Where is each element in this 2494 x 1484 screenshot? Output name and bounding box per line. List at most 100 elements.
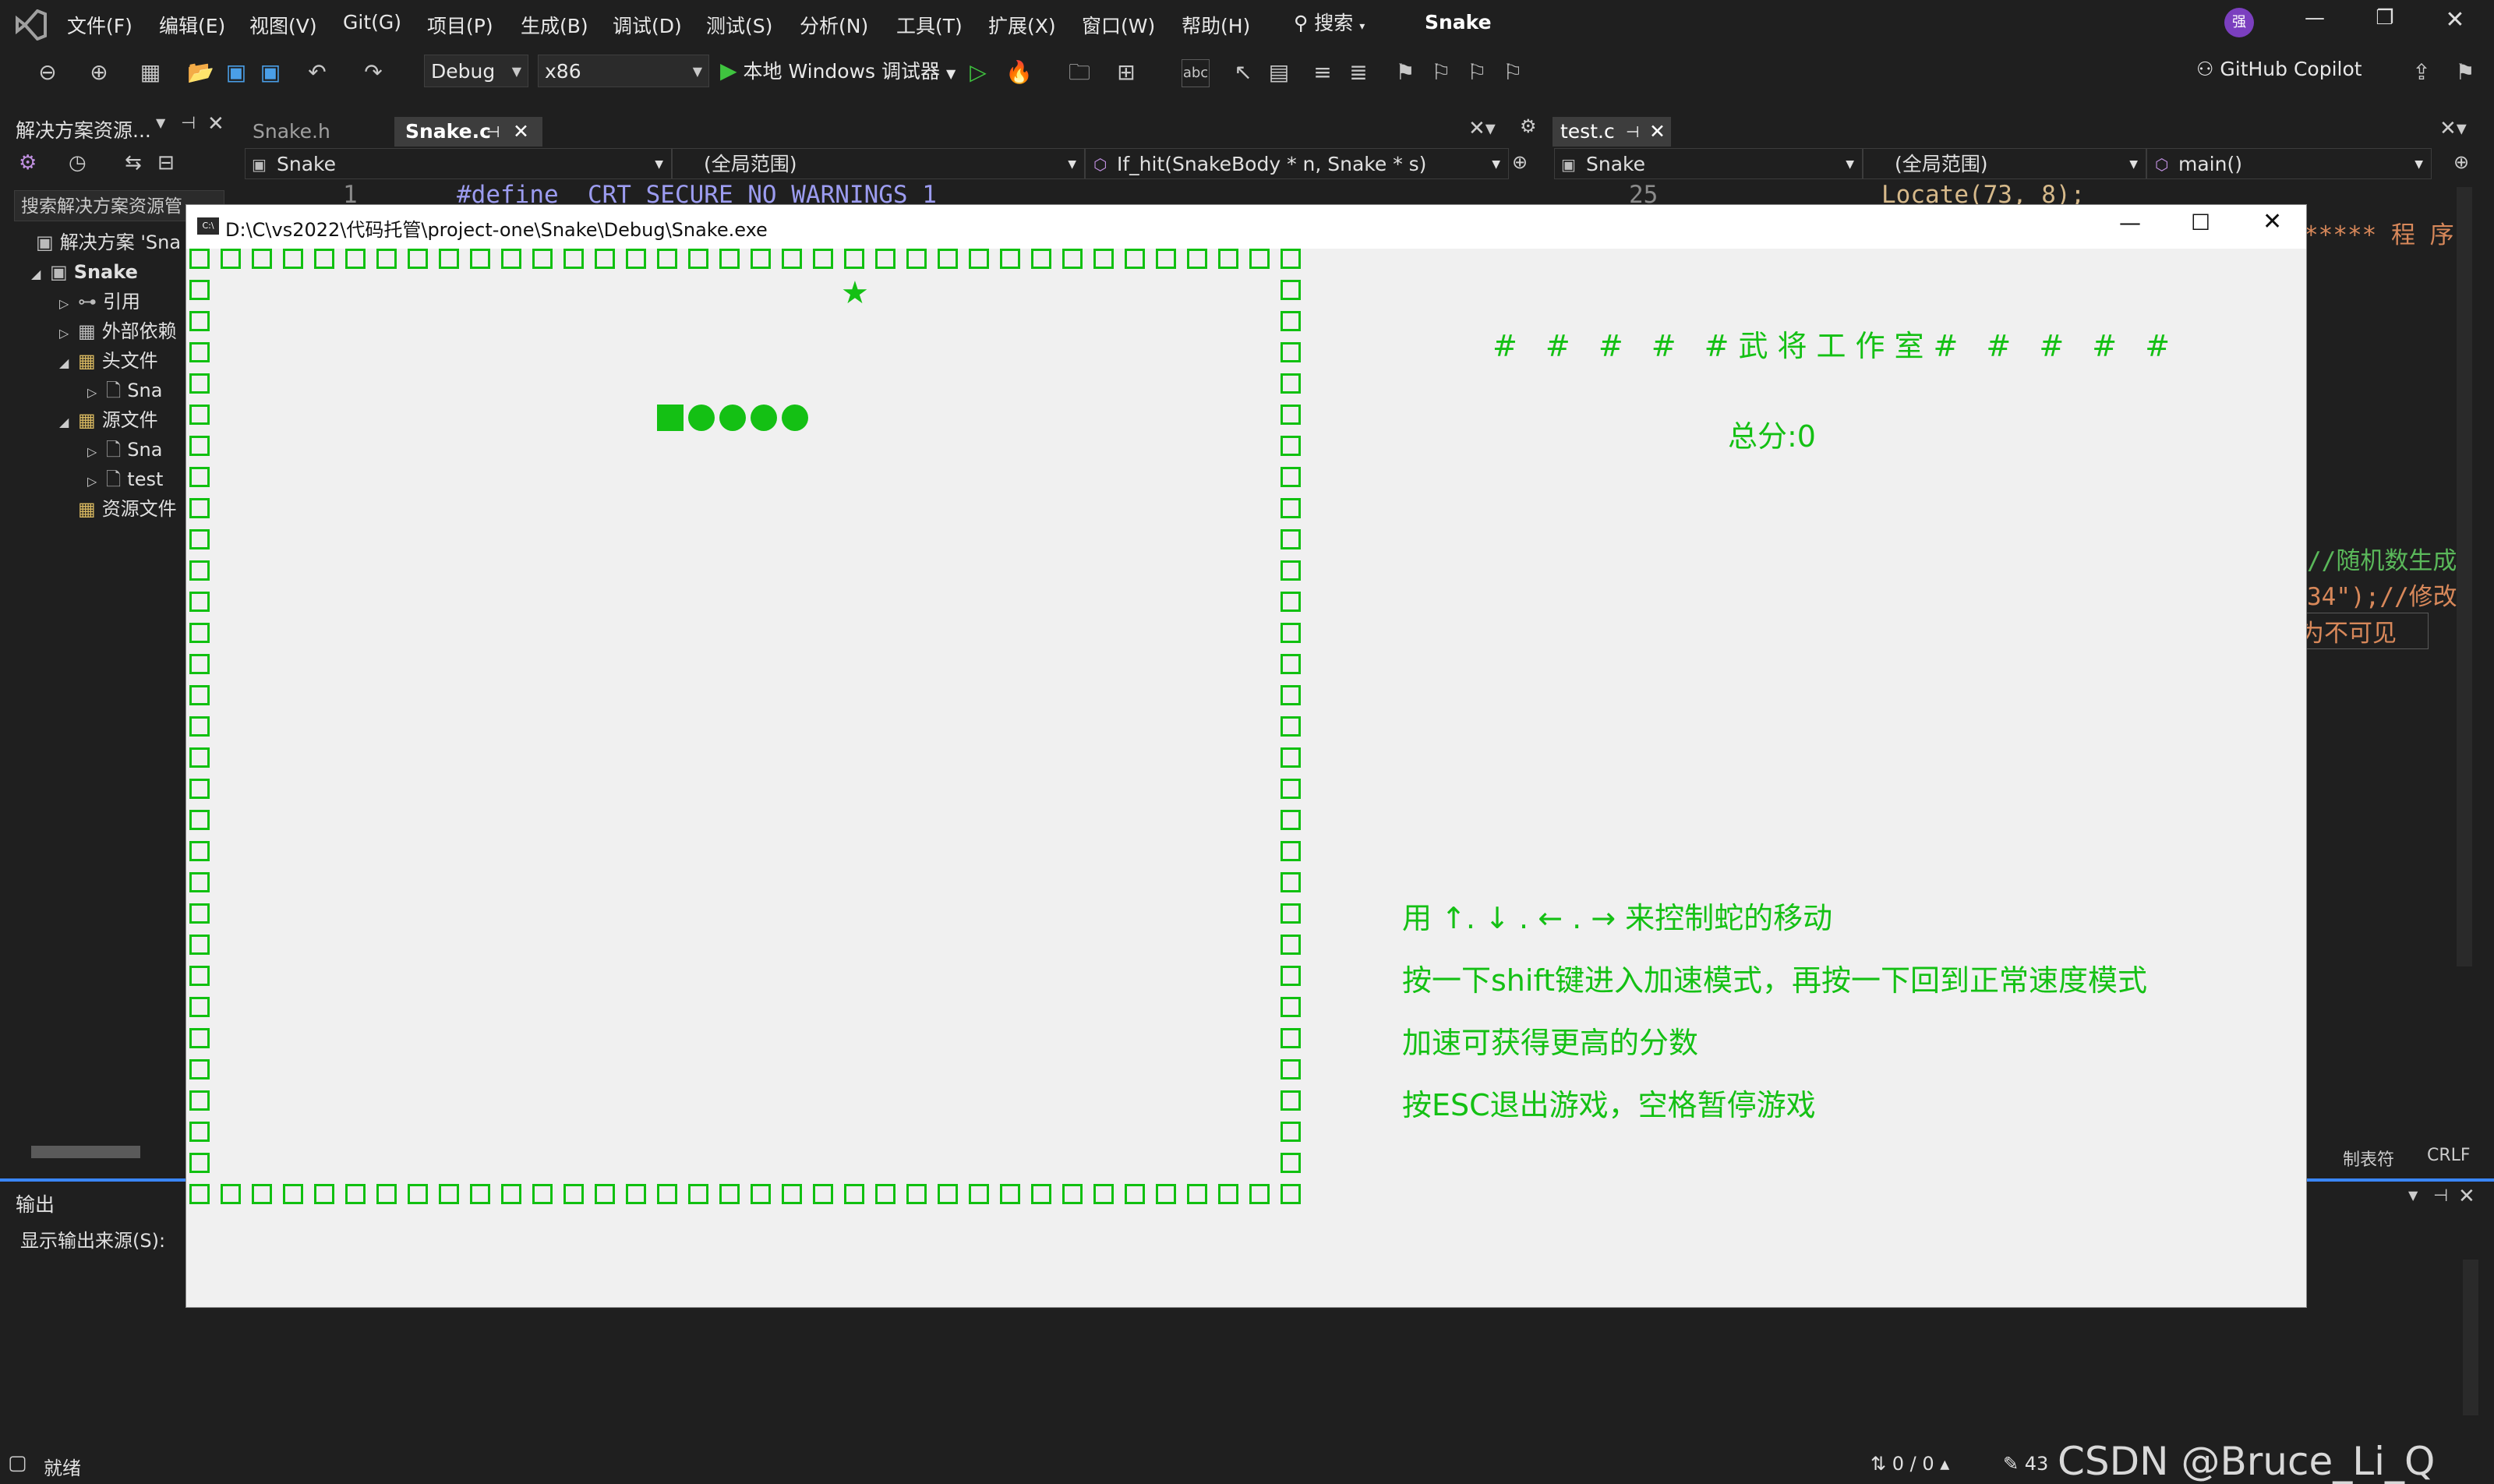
restore-button[interactable]: ❐ <box>2369 6 2400 37</box>
avatar[interactable]: 强 <box>2224 8 2254 37</box>
tree-item[interactable]: ▷ 🗋 Sna <box>87 376 162 405</box>
undo-icon[interactable]: ↶ <box>304 59 330 86</box>
menu-item[interactable]: 视图(V) <box>249 11 317 39</box>
vs-icon[interactable]: ⚙ <box>19 151 37 175</box>
panel-menu-icon[interactable]: ▼ <box>2408 1188 2418 1203</box>
editor-close-all-icon[interactable]: ✕▾ <box>2439 117 2467 140</box>
menu-item[interactable]: 窗口(W) <box>1082 11 1155 39</box>
collapse-icon[interactable]: ⊟ <box>157 151 175 175</box>
output-scrollbar[interactable] <box>2463 1260 2478 1415</box>
open-folder-icon[interactable]: 📂 <box>187 59 214 86</box>
indent-icon[interactable]: ≡ <box>1309 59 1336 86</box>
save-all-icon[interactable]: ▣ <box>257 59 284 86</box>
split-icon[interactable]: ⊕ <box>1512 151 1528 173</box>
tree-item[interactable]: ▷ 🗋 test <box>87 465 163 494</box>
scope-combo-left[interactable]: (全局范围) ▼ <box>672 148 1085 179</box>
pin-icon[interactable]: ⊣ <box>181 114 196 133</box>
back-icon[interactable]: ⊖ <box>34 59 61 86</box>
panel-close-icon[interactable]: ✕ <box>2458 1185 2475 1208</box>
horizontal-scrollbar[interactable] <box>31 1146 140 1158</box>
wall-block <box>1281 1184 1301 1204</box>
tree-item[interactable]: ▣ 解决方案 'Sna <box>17 228 181 257</box>
redo-icon[interactable]: ↷ <box>360 59 387 86</box>
cursor-icon[interactable]: ↖ <box>1230 59 1256 86</box>
save-icon[interactable]: ▣ <box>223 59 249 86</box>
function-combo-left[interactable]: ⬡ If_hit(SnakeBody * n, Snake * s) ▼ <box>1085 148 1509 179</box>
menu-item[interactable]: 生成(B) <box>521 11 588 39</box>
console-minimize-button[interactable]: — <box>2119 210 2141 235</box>
clear-bookmarks-icon[interactable]: ⚐ <box>1500 59 1526 86</box>
outdent-icon[interactable]: ≣ <box>1345 59 1372 86</box>
scope-combo-right[interactable]: (全局范围) ▼ <box>1863 148 2146 179</box>
hot-reload-icon[interactable]: 🔥 <box>1005 59 1033 86</box>
console-close-button[interactable]: ✕ <box>2263 208 2282 235</box>
close-button[interactable]: ✕ <box>2439 6 2471 37</box>
menu-item[interactable]: Git(G) <box>343 11 401 34</box>
bookmark-icon[interactable]: ⚑ <box>1392 59 1418 86</box>
line-ending-indicator[interactable]: CRLF <box>2427 1146 2471 1165</box>
github-copilot-button[interactable]: ⚇ GitHub Copilot <box>2196 58 2362 80</box>
menu-item[interactable]: 帮助(H) <box>1182 11 1250 39</box>
tab-close-icon[interactable]: ✕ <box>513 117 529 147</box>
tree-item[interactable]: ▷ ⊶ 引用 <box>59 287 140 316</box>
search-button[interactable]: ⚲ 搜索 ▾ <box>1294 9 1387 37</box>
tab-pin-icon[interactable]: ⊣ <box>486 117 500 147</box>
tab-pin-icon[interactable]: ⊣ <box>1626 117 1639 147</box>
tree-item[interactable]: ◢ ▦ 头文件 <box>59 346 158 376</box>
minimize-button[interactable]: — <box>2299 6 2330 37</box>
panel-menu-icon[interactable]: ▼ <box>156 115 165 130</box>
vertical-scrollbar[interactable] <box>2457 187 2472 966</box>
spell-check-icon[interactable]: abc <box>1182 59 1210 87</box>
prev-bookmark-icon[interactable]: ⚐ <box>1428 59 1454 86</box>
tab-snake-c[interactable]: Snake.c ⊣ ✕ <box>394 117 542 147</box>
forward-icon[interactable]: ⊕ <box>86 59 112 86</box>
status-bar: ▢ 就绪 ⇅ 0 / 0 ▴ ✎ 43 CSDN @Bruce_Li_Q <box>0 1439 2494 1484</box>
menu-item[interactable]: 分析(N) <box>800 11 868 39</box>
pin-icon[interactable]: ⊣ <box>2433 1186 2448 1206</box>
split-icon[interactable]: ⊕ <box>2453 151 2469 173</box>
panel-close-icon[interactable]: ✕ <box>207 112 224 136</box>
function-combo-right[interactable]: ⬡ main() ▼ <box>2146 148 2432 179</box>
share-icon[interactable]: ⇪ <box>2408 59 2435 86</box>
start-debugging-button[interactable]: ▶ 本地 Windows 调试器 ▼ <box>720 55 956 87</box>
tab-test-c[interactable]: test.c ⊣ ✕ <box>1553 117 1671 147</box>
console-window[interactable]: C:\ D:\C\vs2022\代码托管\project-one\Snake\D… <box>185 204 2307 1308</box>
tab-close-icon[interactable]: ✕ <box>1649 117 1666 147</box>
wall-block <box>189 436 210 456</box>
project-combo-left[interactable]: ▣ Snake ▼ <box>245 148 672 179</box>
history-icon[interactable]: ◷ <box>69 151 87 175</box>
pending-edits[interactable]: ✎ 43 <box>2003 1453 2048 1475</box>
wall-block <box>1281 841 1301 861</box>
tree-item[interactable]: ◢ ▦ 源文件 <box>59 405 158 435</box>
menu-item[interactable]: 测试(S) <box>706 11 772 39</box>
editor-settings-icon[interactable]: ⚙ <box>1520 115 1537 137</box>
console-maximize-button[interactable]: ☐ <box>2191 210 2210 235</box>
new-item-icon[interactable]: ▦ <box>137 59 164 86</box>
git-changes[interactable]: ⇅ 0 / 0 ▴ <box>1870 1453 1949 1475</box>
solution-folder-icon[interactable]: 🗀 <box>1066 59 1093 86</box>
wall-block <box>1000 1184 1020 1204</box>
layout-icon[interactable]: ⊞ <box>1113 59 1139 86</box>
menu-item[interactable]: 文件(F) <box>67 11 132 39</box>
next-bookmark-icon[interactable]: ⚐ <box>1464 59 1490 86</box>
tree-item[interactable]: ▦ 资源文件 <box>59 494 177 524</box>
tree-item[interactable]: ▷ 🗋 Sna <box>87 435 162 465</box>
menu-item[interactable]: 项目(P) <box>427 11 493 39</box>
tree-item[interactable]: ◢ ▣ Snake <box>31 257 138 287</box>
menu-item[interactable]: 工具(T) <box>896 11 963 39</box>
sync-icon[interactable]: ⇆ <box>125 151 142 175</box>
project-combo-right[interactable]: ▣ Snake ▼ <box>1554 148 1863 179</box>
menu-item[interactable]: 调试(D) <box>613 11 682 39</box>
config-select[interactable]: Debug ▼ <box>424 55 528 87</box>
menu-item[interactable]: 编辑(E) <box>159 11 225 39</box>
menu-item[interactable]: 扩展(X) <box>988 11 1056 39</box>
feedback-icon[interactable]: ⚑ <box>2452 59 2478 86</box>
tree-item[interactable]: ▷ ▦ 外部依赖 <box>59 316 177 346</box>
comment-icon[interactable]: ▤ <box>1266 59 1292 86</box>
start-without-debugging-icon[interactable]: ▷ <box>965 59 991 86</box>
tab-snake-h[interactable]: Snake.h <box>242 117 379 147</box>
platform-select[interactable]: x86 ▼ <box>538 55 709 87</box>
editor-close-all-icon[interactable]: ✕▾ <box>1468 117 1496 140</box>
tabs-indicator[interactable]: 制表符 <box>2343 1146 2394 1171</box>
wall-block <box>1156 1184 1176 1204</box>
